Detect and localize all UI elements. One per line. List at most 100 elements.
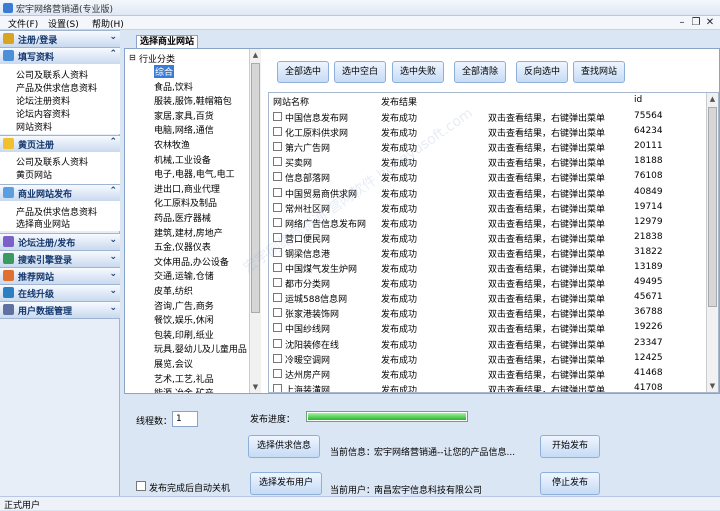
table-row[interactable]: 运城588信息网 发布成功 双击查看结果，右键弹出菜单 45671 (269, 290, 706, 306)
scroll-up-icon[interactable]: ▲ (250, 49, 261, 61)
tree-item[interactable]: 能源,冶金,矿产 (154, 386, 214, 393)
tree-item[interactable]: 电脑,网络,通信 (154, 123, 214, 136)
select-all-button[interactable]: 全部选中 (277, 61, 329, 83)
row-checkbox[interactable] (273, 172, 282, 182)
tree-item[interactable]: 进出口,商业代理 (154, 182, 220, 195)
table-row[interactable]: 钢梁信息港 发布成功 双击查看结果，右键弹出菜单 31822 (269, 245, 706, 261)
table-row[interactable]: 营口便民网 发布成功 双击查看结果，右键弹出菜单 21838 (269, 230, 706, 246)
row-checkbox[interactable] (273, 202, 282, 212)
row-checkbox[interactable] (273, 247, 282, 257)
row-checkbox[interactable] (273, 187, 282, 197)
tree-root[interactable]: 行业分类 (139, 52, 175, 65)
table-row[interactable]: 沈阳装修在线 发布成功 双击查看结果，右键弹出菜单 23347 (269, 336, 706, 352)
tree-item[interactable]: 服装,服饰,鞋帽箱包 (154, 94, 232, 107)
row-checkbox[interactable] (273, 338, 282, 348)
invert-selection-button[interactable]: 反向选中 (516, 61, 568, 83)
table-row[interactable]: 信息部落网 发布成功 双击查看结果，右键弹出菜单 76108 (269, 169, 706, 185)
tree-item[interactable]: 综合 (154, 65, 175, 78)
nav-section-business-publish[interactable]: 商业网站发布 ⌃ (0, 184, 120, 202)
tree-scroll-thumb[interactable] (251, 63, 260, 313)
tree-item[interactable]: 电子,电器,电气,电工 (154, 167, 235, 180)
row-checkbox[interactable] (273, 112, 282, 121)
row-checkbox[interactable] (273, 308, 282, 318)
menu-file[interactable]: 文件(F) (8, 17, 38, 30)
tree-item[interactable]: 咨询,广告,商务 (154, 299, 214, 312)
select-failed-button[interactable]: 选中失败 (392, 61, 444, 83)
row-checkbox[interactable] (273, 142, 282, 152)
row-checkbox[interactable] (273, 263, 282, 272)
nav-item-company-contact[interactable]: 公司及联系人资料 (16, 68, 88, 81)
table-row[interactable]: 中国贸易商供求网 发布成功 双击查看结果，右键弹出菜单 40849 (269, 185, 706, 201)
tree-collapse-icon[interactable]: ⊟ (129, 53, 136, 62)
scroll-down-icon[interactable]: ▼ (707, 380, 718, 392)
nav-section-search-engine[interactable]: 搜索引擎登录 ⌄ (0, 250, 120, 268)
nav-section-user-data[interactable]: 用户数据管理 ⌄ (0, 301, 120, 319)
tree-item[interactable]: 药品,医疗器械 (154, 211, 211, 224)
nav-item-site-info[interactable]: 网站资料 (16, 120, 52, 133)
col-header-name[interactable]: 网站名称 (273, 95, 309, 108)
menu-help[interactable]: 帮助(H) (92, 17, 124, 30)
tree-item[interactable]: 玩具,婴幼儿及儿童用品 (154, 342, 247, 355)
tree-item[interactable]: 皮革,纺织 (154, 284, 193, 297)
stop-publish-button[interactable]: 停止发布 (540, 472, 600, 495)
tree-item[interactable]: 食品,饮料 (154, 80, 193, 93)
tree-item[interactable]: 文体用品,办公设备 (154, 255, 229, 268)
row-checkbox[interactable] (273, 217, 282, 227)
row-checkbox[interactable] (273, 127, 282, 137)
nav-item-bp-select-site[interactable]: 选择商业网站 (16, 217, 70, 230)
scroll-up-icon[interactable]: ▲ (707, 93, 718, 105)
nav-section-upgrade[interactable]: 在线升级 ⌄ (0, 284, 120, 302)
nav-section-fill-info[interactable]: 填写资料 ⌃ (0, 47, 120, 65)
table-row[interactable]: 达州房产网 发布成功 双击查看结果，右键弹出菜单 41468 (269, 366, 706, 382)
tree-item[interactable]: 机械,工业设备 (154, 153, 211, 166)
select-info-button[interactable]: 选择供求信息 (248, 435, 320, 458)
tree-item[interactable]: 农林牧渔 (154, 138, 190, 151)
table-row[interactable]: 张家港装饰网 发布成功 双击查看结果，右键弹出菜单 36788 (269, 305, 706, 321)
table-row[interactable]: 第六广告网 发布成功 双击查看结果，右键弹出菜单 20111 (269, 139, 706, 155)
table-row[interactable]: 冷暖空调网 发布成功 双击查看结果，右键弹出菜单 12425 (269, 351, 706, 367)
nav-section-yellow-pages[interactable]: 黄页注册 ⌃ (0, 135, 120, 153)
table-row[interactable]: 中国信息发布网 发布成功 双击查看结果，右键弹出菜单 75564 (269, 109, 706, 125)
table-row[interactable]: 常州社区网 发布成功 双击查看结果，右键弹出菜单 19714 (269, 200, 706, 216)
table-row[interactable]: 中国纱线网 发布成功 双击查看结果，右键弹出菜单 19226 (269, 320, 706, 336)
select-user-button[interactable]: 选择发布用户 (250, 472, 322, 495)
nav-section-register-login[interactable]: 注册/登录 ⌄ (0, 30, 120, 48)
start-publish-button[interactable]: 开始发布 (540, 435, 600, 458)
tree-scrollbar[interactable]: ▲ ▼ (249, 49, 261, 393)
col-header-result[interactable]: 发布结果 (381, 95, 417, 108)
auto-shutdown-checkbox[interactable] (136, 481, 146, 491)
tree-item[interactable]: 化工原料及制品 (154, 196, 217, 209)
table-row[interactable]: 中国煤气发生炉网 发布成功 双击查看结果，右键弹出菜单 13189 (269, 260, 706, 276)
row-checkbox[interactable] (273, 157, 282, 167)
menu-settings[interactable]: 设置(S) (48, 17, 79, 30)
tab-select-business-site[interactable]: 选择商业网站 (136, 35, 198, 49)
table-row[interactable]: 上海装潢网 发布成功 双击查看结果，右键弹出菜单 41708 (269, 381, 706, 392)
nav-item-forum-register[interactable]: 论坛注册资料 (16, 94, 70, 107)
row-checkbox[interactable] (273, 278, 282, 288)
nav-item-yp-company[interactable]: 公司及联系人资料 (16, 155, 88, 168)
table-row[interactable]: 都市分类网 发布成功 双击查看结果，右键弹出菜单 49495 (269, 275, 706, 291)
table-row[interactable]: 买卖网 发布成功 双击查看结果，右键弹出菜单 18188 (269, 154, 706, 170)
row-checkbox[interactable] (273, 368, 282, 378)
tree-item[interactable]: 交通,运输,仓储 (154, 269, 214, 282)
row-checkbox[interactable] (273, 232, 282, 242)
nav-item-product-info[interactable]: 产品及供求信息资料 (16, 81, 97, 94)
select-blank-button[interactable]: 选中空白 (334, 61, 386, 83)
tree-item[interactable]: 五金,仪器仪表 (154, 240, 211, 253)
table-row[interactable]: 网络广告信息发布网 发布成功 双击查看结果，右键弹出菜单 12979 (269, 215, 706, 231)
tree-item[interactable]: 展览,会议 (154, 357, 193, 370)
find-site-button[interactable]: 查找网站 (573, 61, 625, 83)
table-row[interactable]: 化工原料供求网 发布成功 双击查看结果，右键弹出菜单 64234 (269, 124, 706, 140)
nav-section-forum[interactable]: 论坛注册/发布 ⌄ (0, 233, 120, 251)
minimize-icon[interactable]: – (676, 16, 688, 29)
list-scrollbar[interactable]: ▲ ▼ (706, 93, 718, 392)
tree-item[interactable]: 艺术,工艺,礼品 (154, 372, 214, 385)
tree-item[interactable]: 餐饮,娱乐,休闲 (154, 313, 214, 326)
close-icon[interactable]: ✕ (704, 16, 716, 29)
tree-item[interactable]: 家居,家具,百货 (154, 109, 214, 122)
nav-section-recommend[interactable]: 推荐网站 ⌄ (0, 267, 120, 285)
tree-item[interactable]: 包装,印刷,纸业 (154, 328, 214, 341)
restore-icon[interactable]: ❐ (690, 16, 702, 29)
row-checkbox[interactable] (273, 383, 282, 392)
list-scroll-thumb[interactable] (708, 107, 717, 307)
